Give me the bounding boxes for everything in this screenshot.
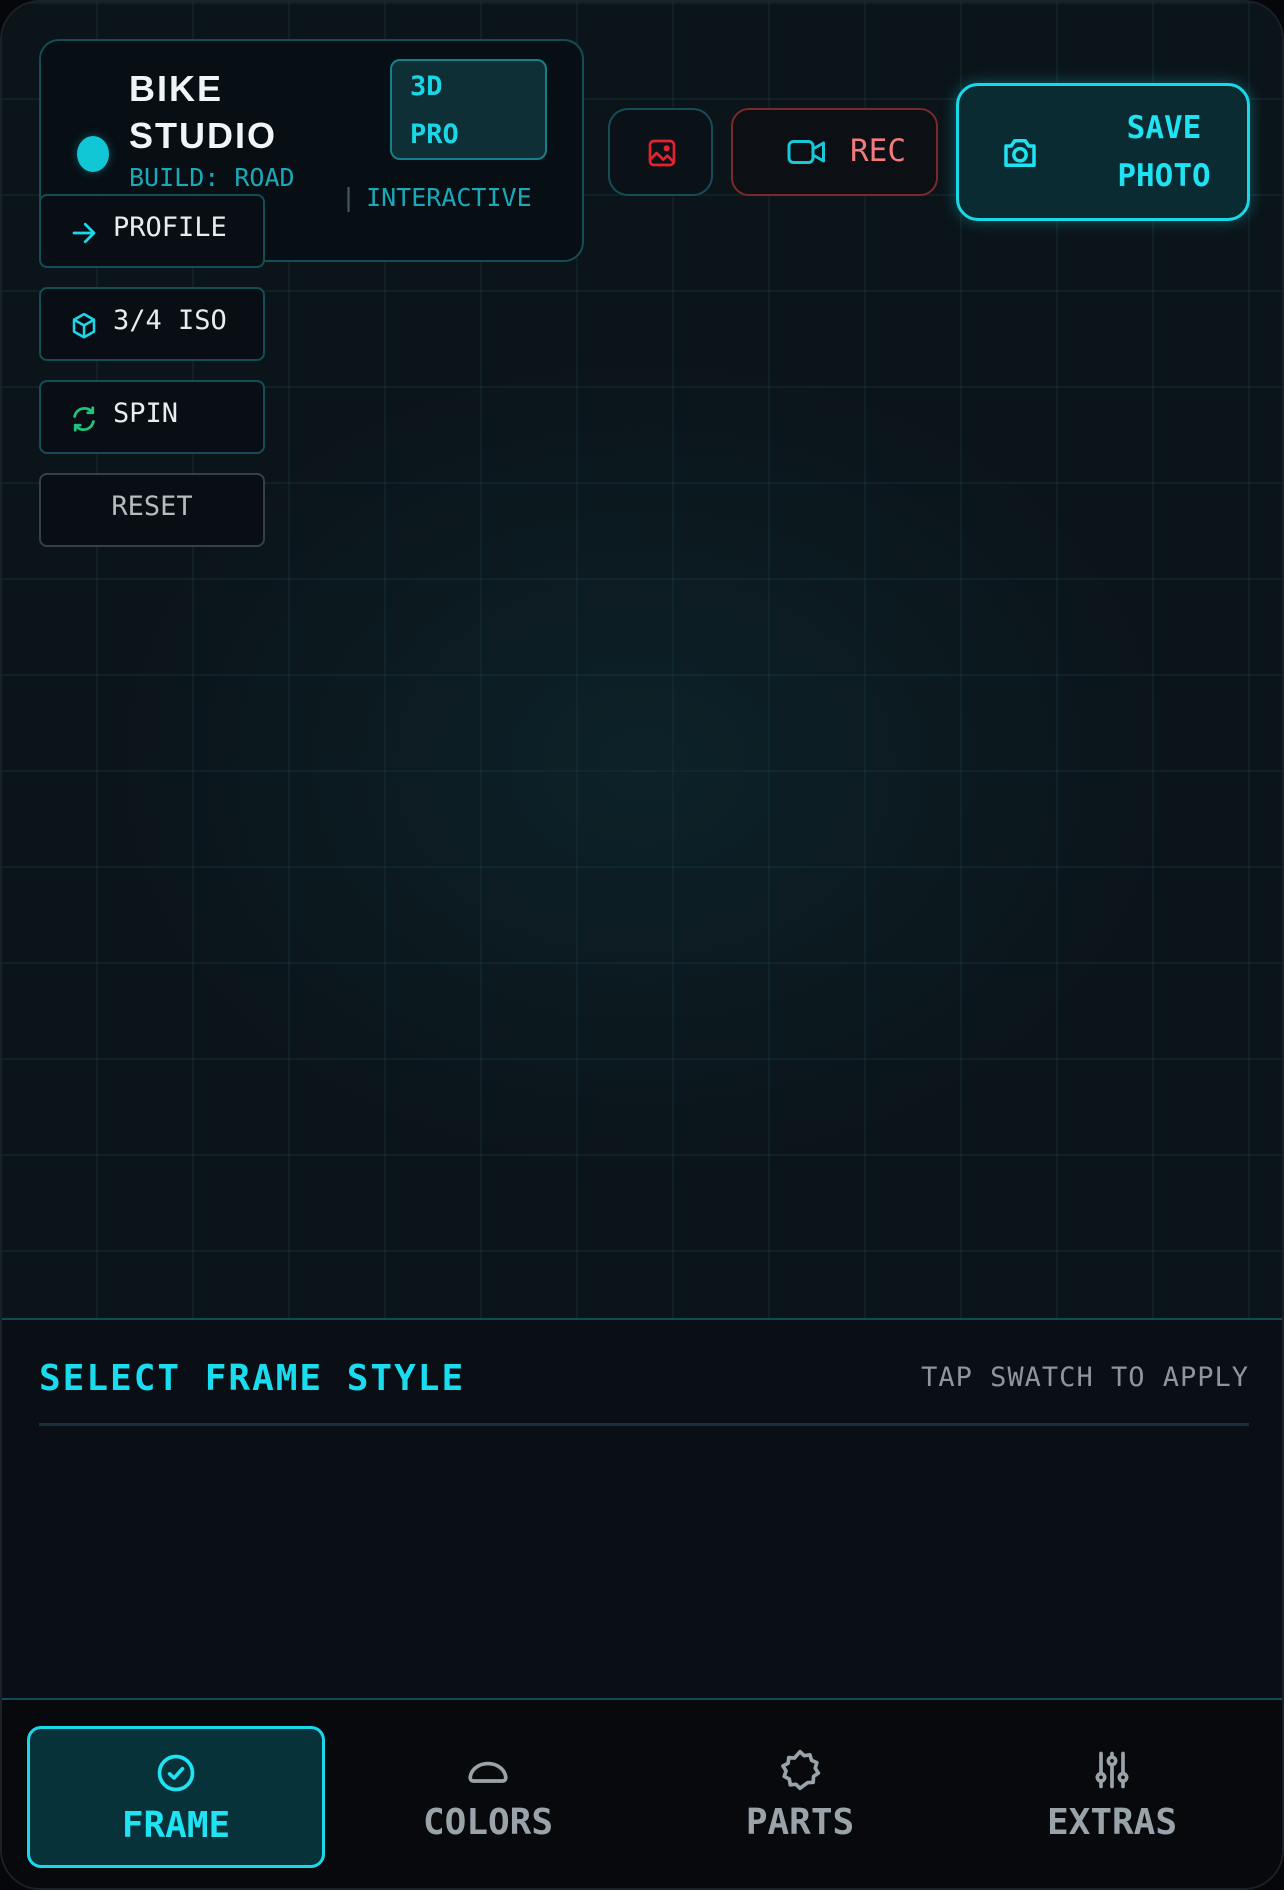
tab-parts[interactable]: PARTS	[651, 1726, 949, 1868]
build-label: BUILD: ROAD	[129, 163, 295, 192]
tab-parts-label: PARTS	[745, 1802, 855, 1843]
gear-icon	[781, 1749, 821, 1791]
view-profile-label: PROFILE	[113, 212, 227, 243]
bottom-tab-bar: FRAME COLORS PARTS EXTRAS	[2, 1698, 1282, 1888]
image-icon	[648, 139, 676, 167]
tab-extras[interactable]: EXTRAS	[963, 1726, 1261, 1868]
camera-icon	[1004, 139, 1036, 167]
badge-line2: PRO	[410, 119, 459, 150]
badge-line1: 3D	[410, 71, 443, 102]
arrow-right-icon	[69, 218, 99, 248]
mode-label: | INTERACTIVE	[341, 183, 532, 212]
view-profile-button[interactable]: PROFILE	[39, 194, 265, 268]
record-button[interactable]: REC	[731, 108, 938, 196]
save-photo-button[interactable]: SAVE PHOTO	[956, 83, 1250, 221]
sliders-icon	[1095, 1751, 1129, 1789]
panel-hint: TAP SWATCH TO APPLY	[921, 1362, 1249, 1393]
gallery-button[interactable]	[608, 108, 713, 196]
status-dot	[77, 136, 109, 172]
app-title: BIKE STUDIO	[129, 65, 277, 159]
save-photo-line2: PHOTO	[1117, 158, 1211, 194]
panel-title: SELECT FRAME STYLE	[39, 1358, 466, 1399]
tab-extras-label: EXTRAS	[1046, 1802, 1178, 1843]
app-title-line2: STUDIO	[129, 115, 278, 156]
save-photo-line1: SAVE	[1126, 110, 1202, 146]
tab-colors[interactable]: COLORS	[339, 1726, 637, 1868]
3d-viewport[interactable]: BIKE STUDIO BUILD: ROAD 3D PRO | INTERACT…	[2, 2, 1282, 1320]
video-camera-icon	[787, 140, 825, 164]
save-photo-label: SAVE PHOTO	[1089, 104, 1239, 200]
tab-frame[interactable]: FRAME	[27, 1726, 325, 1868]
panel-divider	[39, 1423, 1249, 1426]
spin-label: SPIN	[113, 398, 179, 429]
tab-colors-label: COLORS	[422, 1802, 554, 1843]
reset-button[interactable]: RESET	[39, 473, 265, 547]
app-title-line1: BIKE	[129, 68, 224, 109]
app-screen: BIKE STUDIO BUILD: ROAD 3D PRO | INTERACT…	[0, 0, 1284, 1890]
mode-separator: |	[341, 183, 357, 212]
cube-icon	[69, 311, 99, 341]
mode-value: INTERACTIVE	[366, 183, 532, 212]
record-label: REC	[850, 133, 906, 169]
view-iso-button[interactable]: 3/4 ISO	[39, 287, 265, 361]
reset-label: RESET	[111, 491, 193, 522]
check-circle-icon	[157, 1754, 195, 1792]
3d-pro-badge: 3D PRO	[390, 59, 547, 160]
tab-frame-label: FRAME	[121, 1805, 231, 1846]
refresh-icon	[69, 404, 99, 434]
spin-button[interactable]: SPIN	[39, 380, 265, 454]
cloud-icon	[468, 1761, 508, 1783]
view-iso-label: 3/4 ISO	[113, 305, 227, 336]
frame-style-panel: SELECT FRAME STYLE TAP SWATCH TO APPLY	[2, 1322, 1282, 1698]
